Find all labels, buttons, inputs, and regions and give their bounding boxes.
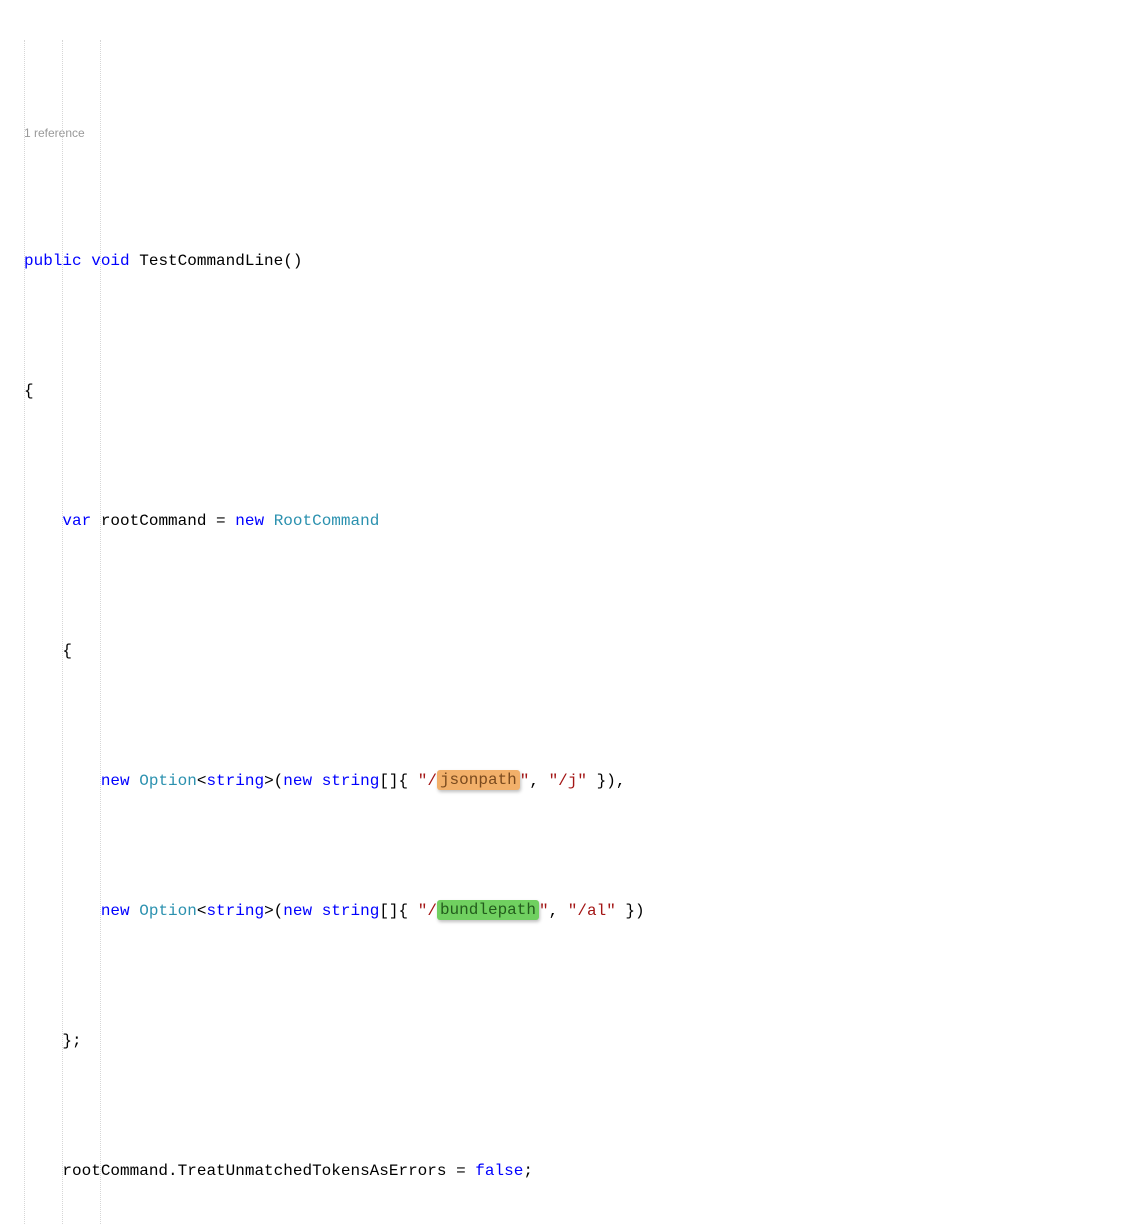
string-literal: "/: [418, 772, 437, 790]
dot: .: [168, 1162, 178, 1180]
bracket-open: [: [379, 902, 389, 920]
keyword-string: string: [206, 772, 264, 790]
brace-close: }: [597, 772, 607, 790]
semicolon: ;: [523, 1162, 533, 1180]
string-literal: "/j": [549, 772, 587, 790]
paren-close: ): [606, 772, 616, 790]
keyword-new: new: [101, 902, 130, 920]
angle-close: >: [264, 902, 274, 920]
brace-open: {: [399, 902, 409, 920]
brace-close: }: [62, 1032, 72, 1050]
keyword-string: string: [322, 772, 380, 790]
angle-open: <: [197, 902, 207, 920]
keyword-new: new: [101, 772, 130, 790]
indent: [24, 1162, 62, 1180]
indent: [24, 512, 62, 530]
brace-open: {: [62, 642, 72, 660]
keyword-new: new: [283, 902, 312, 920]
highlight-jsonpath-option: jsonpath: [437, 770, 520, 790]
paren-open: (: [274, 902, 284, 920]
keyword-string: string: [322, 902, 380, 920]
keyword-string: string: [206, 902, 264, 920]
indent: [24, 642, 62, 660]
keyword-false: false: [475, 1162, 523, 1180]
parens: (): [283, 252, 302, 270]
code-line[interactable]: var rootCommand = new RootCommand: [24, 508, 1122, 534]
indent: [24, 772, 101, 790]
string-literal: "/: [418, 902, 437, 920]
code-line[interactable]: new Option<string>(new string[]{ "/bundl…: [24, 898, 1122, 924]
bracket-close: ]: [389, 902, 399, 920]
codelens-references[interactable]: 1 reference: [24, 124, 1122, 142]
comma: ,: [529, 772, 548, 790]
code-editor[interactable]: 1 reference public void TestCommandLine(…: [0, 0, 1122, 1224]
keyword-public: public: [24, 252, 82, 270]
angle-open: <: [197, 772, 207, 790]
brace-close: }: [625, 902, 635, 920]
paren-close: ): [635, 902, 645, 920]
keyword-void: void: [91, 252, 129, 270]
comma: ,: [549, 902, 568, 920]
code-line[interactable]: public void TestCommandLine(): [24, 248, 1122, 274]
brace-open: {: [24, 382, 34, 400]
type-option: Option: [139, 902, 197, 920]
string-literal: ": [539, 902, 549, 920]
indent: [24, 902, 101, 920]
equals: =: [206, 512, 235, 530]
identifier: rootCommand: [62, 1162, 168, 1180]
code-line[interactable]: };: [24, 1028, 1122, 1054]
code-line[interactable]: {: [24, 638, 1122, 664]
code-line[interactable]: {: [24, 378, 1122, 404]
method-name: TestCommandLine: [139, 252, 283, 270]
type-rootcommand: RootCommand: [274, 512, 380, 530]
indent: [24, 1032, 62, 1050]
comma: ,: [616, 772, 626, 790]
keyword-new: new: [235, 512, 264, 530]
paren-open: (: [274, 772, 284, 790]
semicolon: ;: [72, 1032, 82, 1050]
keyword-var: var: [62, 512, 91, 530]
string-literal: ": [520, 772, 530, 790]
keyword-new: new: [283, 772, 312, 790]
brace-open: {: [399, 772, 409, 790]
highlight-bundlepath-option: bundlepath: [437, 900, 539, 920]
type-option: Option: [139, 772, 197, 790]
angle-close: >: [264, 772, 274, 790]
bracket-close: ]: [389, 772, 399, 790]
code-line[interactable]: rootCommand.TreatUnmatchedTokensAsErrors…: [24, 1158, 1122, 1184]
equals: =: [446, 1162, 475, 1180]
bracket-open: [: [379, 772, 389, 790]
property: TreatUnmatchedTokensAsErrors: [178, 1162, 447, 1180]
string-literal: "/al": [568, 902, 616, 920]
code-line[interactable]: new Option<string>(new string[]{ "/jsonp…: [24, 768, 1122, 794]
identifier: rootCommand: [101, 512, 207, 530]
